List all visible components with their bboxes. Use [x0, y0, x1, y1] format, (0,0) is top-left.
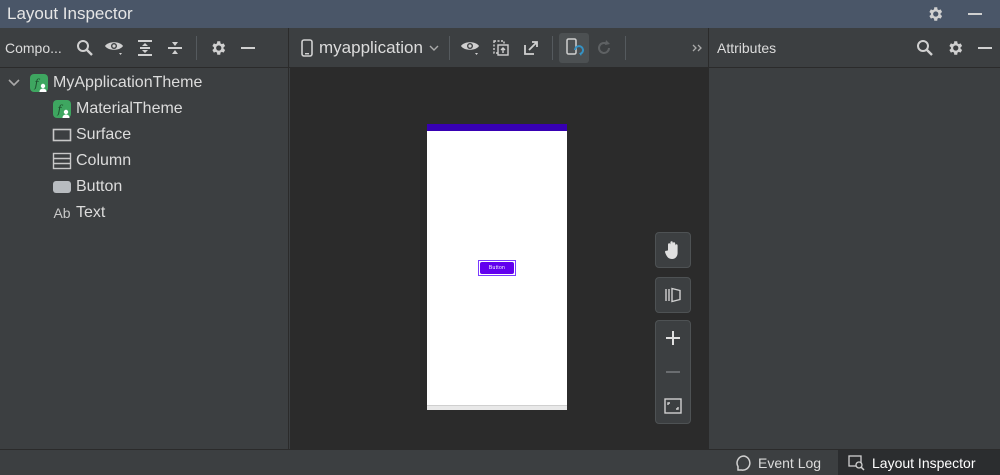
attributes-toolbar: Attributes	[709, 28, 1000, 68]
button-icon	[51, 177, 73, 197]
layout-canvas[interactable]: Button	[290, 68, 709, 449]
device-status-bar	[427, 124, 567, 131]
minus-icon	[968, 13, 982, 15]
live-device-icon	[566, 37, 584, 56]
tree-row-text[interactable]: Ab Text	[0, 200, 288, 226]
tree-item-label: MaterialTheme	[76, 100, 183, 117]
component-tree-label: Compo...	[5, 39, 62, 56]
layout-inspector-label: Layout Inspector	[872, 455, 976, 471]
toolbar-separator	[624, 35, 626, 60]
layout-inspector-tab[interactable]: Layout Inspector	[838, 450, 1000, 475]
gear-icon	[212, 40, 225, 55]
view-options-button[interactable]	[100, 33, 130, 63]
tree-settings-button[interactable]	[203, 33, 233, 63]
component-tree: f MyApplicationTheme f MaterialTheme Sur…	[0, 68, 289, 449]
collapse-all-button[interactable]	[160, 33, 190, 63]
expand-all-button[interactable]	[130, 33, 160, 63]
expand-all-icon	[137, 39, 152, 56]
tree-row-myapplicationtheme[interactable]: f MyApplicationTheme	[0, 70, 288, 96]
gear-icon	[929, 7, 943, 21]
minus-icon	[666, 371, 680, 373]
process-selector[interactable]: myapplication	[301, 38, 439, 58]
bottom-tool-bar: Event Log Layout Inspector	[0, 449, 1000, 475]
eye-icon	[104, 41, 123, 55]
toolbar-separator	[448, 35, 450, 60]
zoom-out-button[interactable]	[656, 355, 690, 389]
more-actions-button[interactable]	[688, 33, 708, 63]
zoom-in-button[interactable]	[656, 321, 690, 355]
tree-item-label: MyApplicationTheme	[53, 74, 203, 91]
minus-icon	[978, 46, 992, 49]
zoom-controls	[655, 320, 691, 424]
preview-button-label: Button	[488, 265, 506, 271]
surface-icon	[51, 125, 73, 145]
collapse-all-icon	[167, 41, 182, 54]
tree-row-button[interactable]: Button	[0, 174, 288, 200]
fit-screen-icon	[664, 398, 682, 414]
title-bar: Layout Inspector	[0, 0, 1000, 28]
search-button[interactable]	[70, 33, 100, 63]
attributes-search-button[interactable]	[910, 33, 940, 63]
attributes-settings-button[interactable]	[940, 33, 970, 63]
layers-icon	[665, 287, 681, 303]
process-name: myapplication	[319, 37, 423, 57]
speech-bubble-icon	[736, 455, 751, 471]
phone-icon	[301, 38, 313, 57]
layer-spacing-button[interactable]	[655, 277, 691, 313]
refresh-icon	[597, 39, 610, 54]
view-visibility-button[interactable]	[456, 33, 486, 63]
tree-row-materialtheme[interactable]: f MaterialTheme	[0, 96, 288, 122]
view-toolbar: myapplication	[289, 28, 709, 68]
settings-button[interactable]	[920, 0, 950, 29]
device-preview[interactable]: Button	[427, 124, 567, 410]
minimize-button[interactable]	[960, 0, 990, 29]
tree-item-label: Text	[76, 204, 106, 221]
live-updates-toggle[interactable]	[558, 32, 589, 63]
chevron-down-icon[interactable]	[6, 78, 22, 88]
load-overlay-icon	[493, 39, 509, 56]
eye-icon	[460, 41, 479, 55]
toolbar-separator	[195, 35, 197, 60]
component-tree-toolbar: Compo...	[0, 28, 289, 68]
zoom-to-fit-button[interactable]	[656, 389, 690, 423]
tree-minimize-button[interactable]	[233, 33, 263, 63]
compose-function-icon: f	[28, 73, 50, 93]
preview-button[interactable]: Button	[480, 262, 514, 274]
tree-item-label: Column	[76, 152, 132, 169]
external-arrow-icon	[524, 40, 538, 55]
load-overlay-button[interactable]	[486, 33, 516, 63]
event-log-label: Event Log	[758, 455, 822, 471]
tree-row-surface[interactable]: Surface	[0, 122, 288, 148]
tree-item-label: Button	[76, 178, 123, 195]
pan-toggle[interactable]	[655, 232, 691, 268]
chevron-double-right-icon	[692, 44, 702, 51]
toolbar-separator	[551, 35, 553, 60]
window-title: Layout Inspector	[7, 4, 133, 23]
chevron-down-icon	[429, 45, 439, 51]
compose-function-icon: f	[51, 99, 73, 119]
event-log-tab[interactable]: Event Log	[726, 450, 831, 475]
minus-icon	[240, 46, 255, 49]
attributes-minimize-button[interactable]	[970, 33, 1000, 63]
attributes-label: Attributes	[717, 39, 777, 56]
gear-icon	[949, 40, 963, 55]
tree-item-label: Surface	[76, 126, 132, 143]
search-icon	[76, 39, 93, 56]
search-icon	[917, 39, 933, 56]
attributes-panel	[709, 68, 1000, 449]
refresh-button[interactable]	[589, 33, 619, 63]
plus-icon	[666, 331, 680, 345]
hand-icon	[664, 241, 678, 259]
text-icon: Ab	[53, 205, 71, 221]
device-navigation-bar	[427, 405, 567, 410]
layout-inspector-icon	[848, 455, 865, 471]
column-icon	[51, 151, 73, 171]
tree-row-column[interactable]: Column	[0, 148, 288, 174]
popout-3d-button[interactable]	[516, 33, 546, 63]
